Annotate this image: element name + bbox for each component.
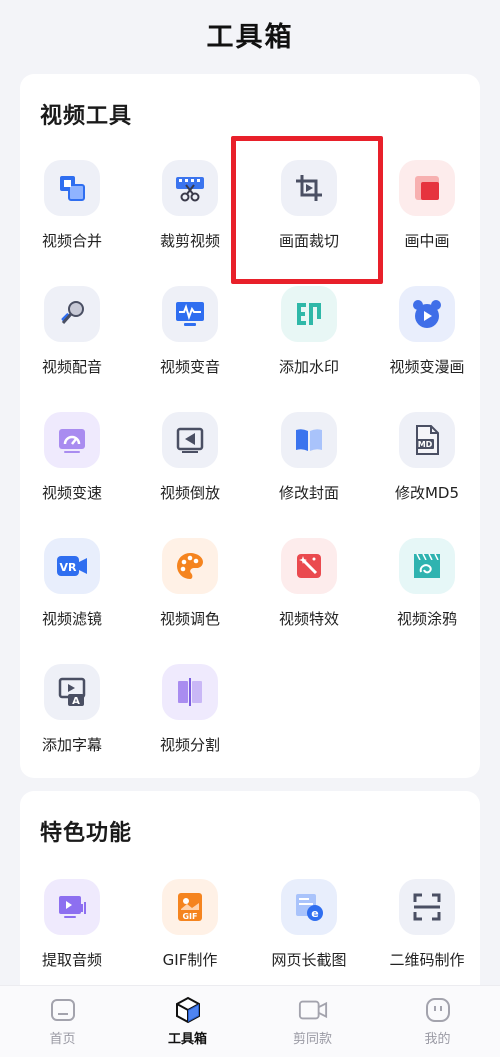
watermark-icon [281,286,337,342]
tool-label: 画中画 [404,232,450,250]
tool-label: 视频配音 [41,358,102,376]
tool-video-effects[interactable]: 视频特效 [250,538,368,648]
tool-label: 视频分割 [159,736,220,754]
tool-voice-change[interactable]: 视频变音 [131,286,249,396]
tool-color-grading[interactable]: 视频调色 [131,538,249,648]
tool-label: GIF制作 [162,951,218,969]
tool-label: 视频变音 [159,358,220,376]
tab-label: 工具箱 [167,1032,207,1047]
picture-in-picture-icon [399,160,455,216]
tool-video-to-cartoon[interactable]: 视频变漫画 [368,286,486,396]
tab-toolbox[interactable]: 工具箱 [125,986,250,1057]
video-tools-card: 视频工具 视频合并 裁剪视频 画面裁切 画中画 视频配音 视频变音 添加水印 视… [20,74,480,778]
svg-text:VR: VR [60,561,78,574]
book-cover-icon [281,412,337,468]
tool-label: 裁剪视频 [159,232,220,250]
webpage-screenshot-icon: e [281,879,337,935]
md5-file-icon: MD [399,412,455,468]
split-icon [162,664,218,720]
tool-change-md5[interactable]: MD 修改MD5 [368,412,486,522]
features-title: 特色功能 [40,821,133,846]
bottom-tab-bar: 首页 工具箱 剪同款 我的 [0,985,500,1057]
feature-gif-maker[interactable]: GIF GIF制作 [131,879,249,989]
tool-label: 视频变速 [41,484,102,502]
page-title: 工具箱 [206,21,294,53]
tool-label: 视频合并 [41,232,102,250]
tool-change-cover[interactable]: 修改封面 [250,412,368,522]
tool-label: 修改封面 [278,484,339,502]
qr-code-icon [399,879,455,935]
profile-face-icon [423,996,453,1024]
tool-reverse-play[interactable]: 视频倒放 [131,412,249,522]
tool-label: 二维码制作 [389,951,465,969]
tool-label: 视频特效 [278,610,339,628]
video-tools-title: 视频工具 [40,104,133,129]
tool-label: 视频变漫画 [389,358,465,376]
feature-qr-code-maker[interactable]: 二维码制作 [368,879,486,989]
tool-video-merge[interactable]: 视频合并 [13,160,131,270]
tool-add-watermark[interactable]: 添加水印 [250,286,368,396]
svg-text:MD: MD [418,440,433,449]
speed-gauge-icon [44,412,100,468]
tool-label: 视频倒放 [159,484,220,502]
feature-extract-audio[interactable]: 提取音频 [13,879,131,989]
extract-audio-icon [44,879,100,935]
video-camera-icon [298,996,328,1024]
home-icon [48,996,78,1024]
tool-picture-in-picture[interactable]: 画中画 [368,160,486,270]
palette-icon [162,538,218,594]
microphone-icon [44,286,100,342]
tab-profile[interactable]: 我的 [375,986,500,1057]
svg-text:e: e [311,907,318,920]
doodle-icon [399,538,455,594]
tab-home[interactable]: 首页 [0,986,125,1057]
tab-same-style[interactable]: 剪同款 [250,986,375,1057]
tool-label: 视频涂鸦 [396,610,457,628]
tool-label: 添加水印 [278,358,339,376]
tab-label: 剪同款 [292,1032,332,1047]
tool-video-split[interactable]: 视频分割 [131,664,249,774]
video-merge-icon [44,160,100,216]
vr-filter-icon: VR [44,538,100,594]
cut-video-icon [162,160,218,216]
tool-dubbing[interactable]: 视频配音 [13,286,131,396]
voice-change-icon [162,286,218,342]
tool-add-subtitles[interactable]: A 添加字幕 [13,664,131,774]
tool-video-filter[interactable]: VR 视频滤镜 [13,538,131,648]
feature-webpage-screenshot[interactable]: e 网页长截图 [250,879,368,989]
tool-video-doodle[interactable]: 视频涂鸦 [368,538,486,648]
gif-icon: GIF [162,879,218,935]
top-bar: 工具箱 [0,0,500,68]
tool-label: 视频滤镜 [41,610,102,628]
cartoon-bear-icon [399,286,455,342]
tool-label: 网页长截图 [271,951,347,969]
tab-label: 首页 [49,1032,76,1047]
reverse-play-icon [162,412,218,468]
toolbox-icon [173,996,203,1024]
magic-wand-icon [281,538,337,594]
svg-text:GIF: GIF [182,912,197,921]
tab-label: 我的 [424,1032,451,1047]
tool-label: 视频调色 [159,610,220,628]
tool-video-speed[interactable]: 视频变速 [13,412,131,522]
subtitle-icon: A [44,664,100,720]
tool-label: 提取音频 [41,951,102,969]
tool-label: 修改MD5 [394,484,460,502]
highlight-box [231,136,383,284]
svg-text:A: A [72,696,80,707]
tool-label: 添加字幕 [41,736,102,754]
